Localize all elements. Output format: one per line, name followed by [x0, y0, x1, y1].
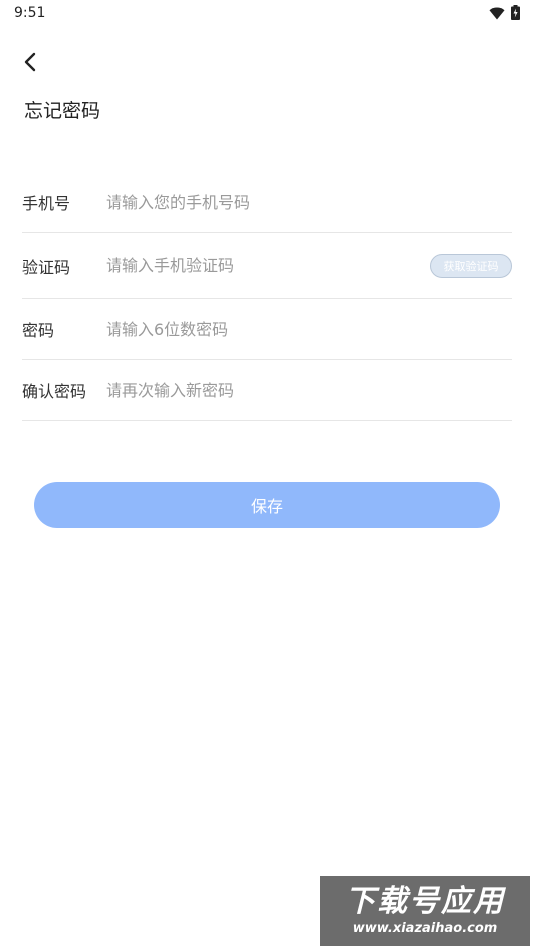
chevron-left-icon [23, 51, 37, 77]
watermark-title: 下载号应用 [345, 884, 505, 919]
code-label: 验证码 [22, 257, 71, 277]
phone-row: 手机号 [22, 172, 512, 233]
back-button[interactable] [16, 50, 44, 78]
code-input[interactable] [106, 256, 430, 275]
confirm-password-row: 确认密码 [22, 360, 512, 421]
battery-charging-icon [511, 5, 520, 24]
wifi-icon [489, 5, 505, 24]
confirm-password-label: 确认密码 [22, 382, 87, 401]
reset-password-form: 手机号 验证码 获取验证码 密码 确认密码 [22, 172, 512, 421]
watermark-url: www.xiazaihao.com [352, 921, 498, 936]
password-label: 密码 [22, 321, 55, 340]
save-button[interactable]: 保存 [34, 482, 500, 528]
password-input[interactable] [106, 319, 512, 339]
page-title: 忘记密码 [24, 100, 101, 122]
status-bar: 9:51 [0, 0, 534, 28]
phone-label: 手机号 [22, 194, 71, 213]
get-code-button[interactable]: 获取验证码 [430, 253, 512, 278]
watermark-logo: 下载号应用 www.xiazaihao.com [320, 876, 530, 946]
confirm-password-input[interactable] [106, 380, 512, 400]
phone-input[interactable] [106, 192, 512, 212]
password-row: 密码 [22, 299, 512, 360]
status-icons [489, 5, 520, 24]
status-time: 9:51 [14, 5, 46, 21]
code-row: 验证码 获取验证码 [22, 233, 512, 299]
